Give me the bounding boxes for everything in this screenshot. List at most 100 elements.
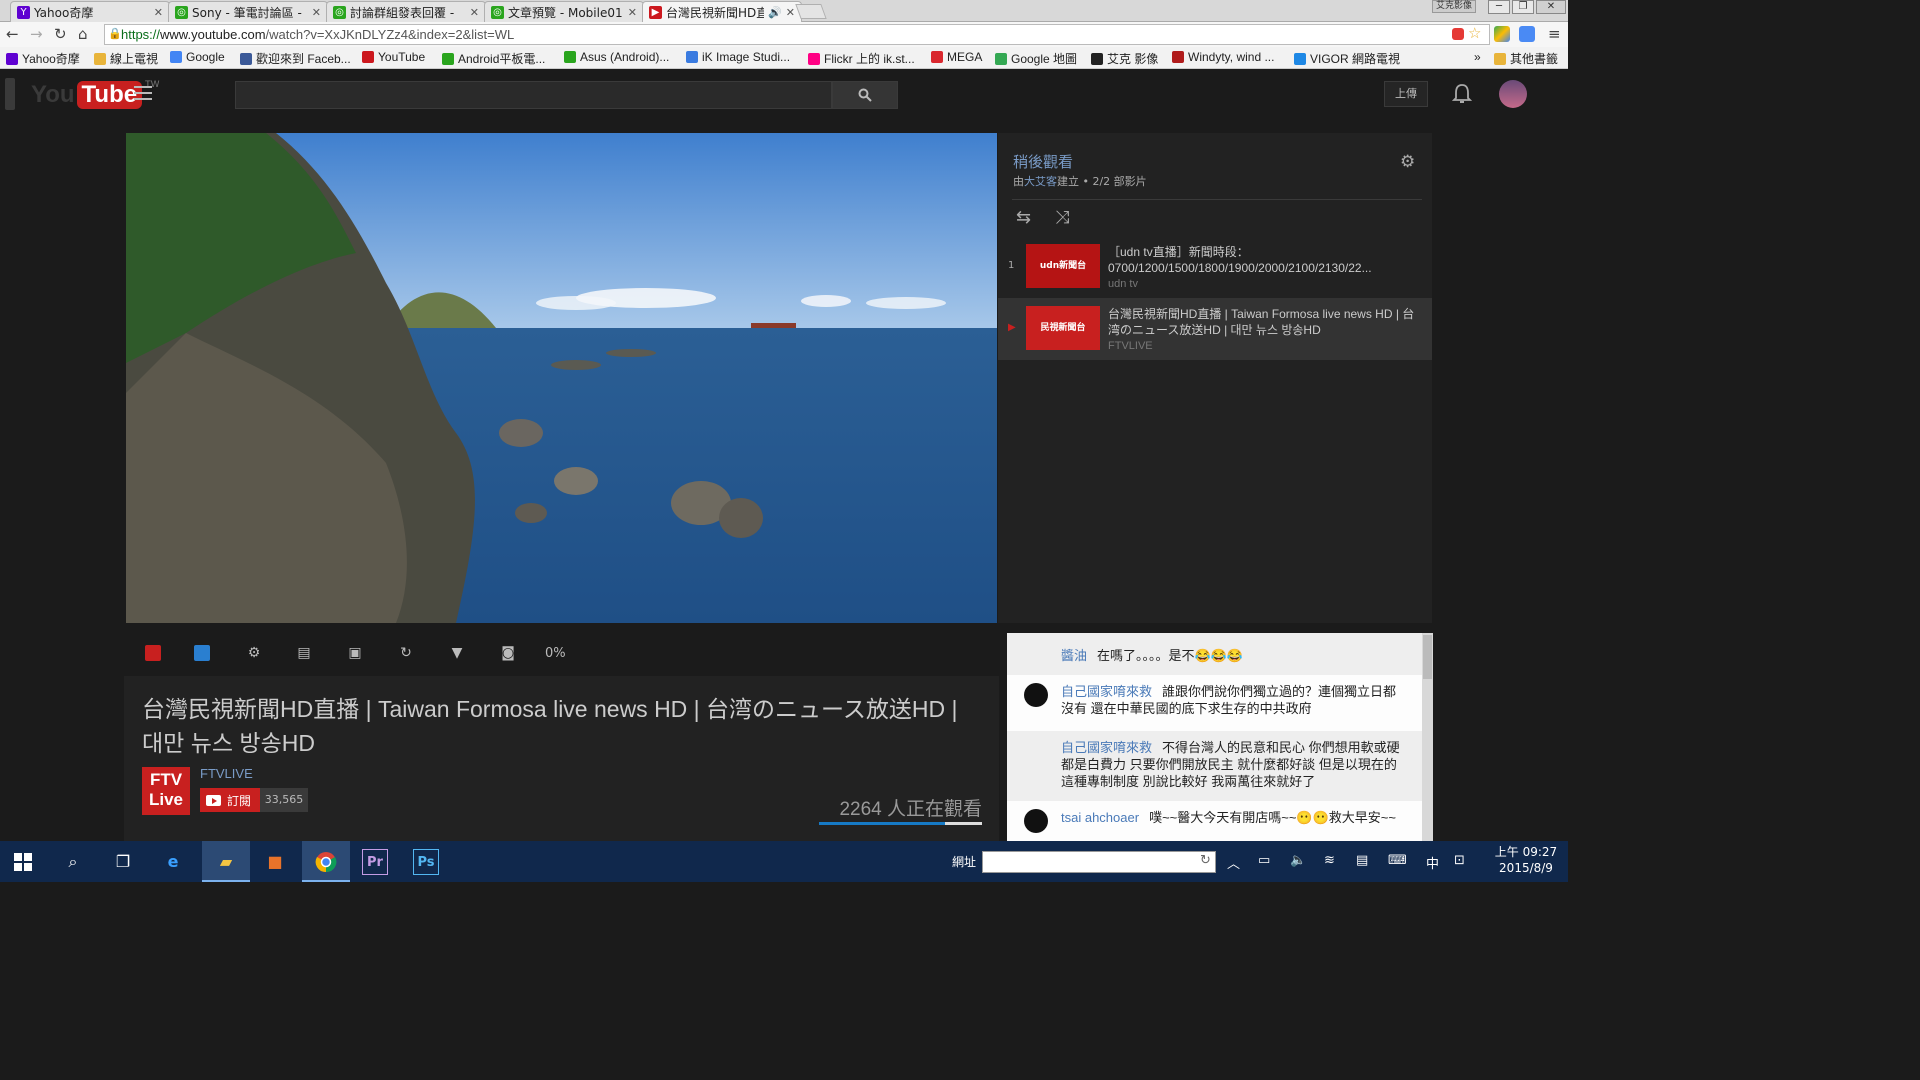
film-icon[interactable]: ▤ [296, 645, 312, 661]
paint-app-icon[interactable]: ■ [262, 849, 288, 875]
bookmark-item[interactable]: MEGA [931, 50, 982, 64]
drive-extension-icon[interactable] [1494, 26, 1510, 42]
bookmark-item[interactable]: 歡迎來到 Faceb... [240, 50, 351, 67]
camera-icon[interactable]: ◙ [500, 645, 516, 661]
chat-author-avatar[interactable] [1024, 683, 1048, 707]
popout-icon[interactable] [194, 645, 210, 661]
bookmark-item[interactable]: Windyty, wind ... [1172, 50, 1274, 64]
guide-menu-icon[interactable] [134, 86, 152, 100]
image-icon[interactable]: ▣ [347, 645, 363, 661]
speed-percent[interactable]: 0% [545, 646, 566, 661]
chat-scrollbar-thumb[interactable] [1423, 635, 1432, 679]
video-player[interactable] [126, 133, 997, 623]
taskbar-address-input[interactable] [982, 851, 1216, 873]
chat-message: 自己國家唷來救 誰跟你們說你們獨立過的？連個獨立日都沒有 還在中華民國的底下求生存… [1007, 675, 1423, 731]
chat-scrollbar[interactable] [1422, 633, 1433, 841]
chat-author[interactable]: tsai ahchoaer [1061, 810, 1139, 825]
system-clock[interactable]: 上午 09:27 2015/8/9 [1486, 844, 1566, 876]
subscribe-button[interactable]: 訂閱 [200, 788, 260, 812]
search-icon[interactable]: ⌕ [60, 849, 86, 875]
chat-author[interactable]: 自己國家唷來救 [1061, 740, 1152, 755]
sidebar-handle[interactable] [5, 78, 15, 110]
close-window-button[interactable]: ✕ [1536, 0, 1566, 14]
file-explorer-icon[interactable]: ▰ [202, 841, 250, 882]
browser-tab[interactable]: ◎ Sony - 筆電討論區 - ✕ [168, 1, 328, 22]
playlist-title[interactable]: 稍後觀看 [1013, 151, 1073, 172]
chat-author[interactable]: 醬油 [1061, 648, 1087, 663]
url-field[interactable]: 🔒 https://www.youtube.com/watch?v=XxJKnD… [104, 24, 1490, 45]
browser-tab[interactable]: ▶ 台灣民視新聞HD直 🔊 ✕ [642, 1, 802, 22]
ime-mode-icon[interactable]: ⊡ [1454, 853, 1465, 868]
youtube-extension-icon[interactable] [1452, 28, 1464, 40]
home-icon[interactable]: ⌂ [78, 25, 88, 43]
notifications-bell-icon[interactable] [1451, 83, 1473, 110]
close-tab-icon[interactable]: ✕ [312, 6, 321, 19]
account-avatar[interactable] [1499, 80, 1527, 108]
bookmark-item[interactable]: VIGOR 網路電視 [1294, 50, 1400, 67]
channel-logo[interactable]: FTV Live [142, 767, 190, 815]
profile-button[interactable]: 艾克影像 [1432, 0, 1476, 13]
menu-icon[interactable]: ≡ [1548, 25, 1561, 43]
volume-icon[interactable]: 🔈 [1290, 853, 1306, 868]
task-view-icon[interactable]: ❐ [110, 849, 136, 875]
minimize-button[interactable]: ─ [1488, 0, 1510, 14]
search-input[interactable] [235, 81, 832, 109]
playlist-settings-gear-icon[interactable]: ⚙ [1400, 152, 1415, 172]
bookmark-item[interactable]: YouTube [362, 50, 425, 64]
upload-button[interactable]: 上傳 [1384, 81, 1428, 107]
playlist-owner-link[interactable]: 大艾客 [1024, 175, 1057, 188]
flag-icon[interactable] [145, 645, 161, 661]
battery-icon[interactable]: ▭ [1258, 853, 1270, 868]
bookmark-star-icon[interactable]: ☆ [1468, 24, 1481, 42]
close-tab-icon[interactable]: ✕ [786, 6, 795, 19]
chrome-icon[interactable] [302, 841, 350, 882]
ime-indicator[interactable]: 中 [1426, 853, 1439, 872]
repeat-icon[interactable]: ↻ [398, 645, 414, 661]
show-hidden-icons-chevron-icon[interactable]: ︿ [1227, 853, 1240, 872]
chat-text: 在嗎了。。。。是不😂😂😂 [1097, 648, 1244, 663]
search-button[interactable] [832, 81, 898, 109]
bookmark-item[interactable]: Yahoo奇摩 [6, 50, 80, 67]
address-go-icon[interactable]: ↻ [1200, 853, 1211, 868]
gear-icon[interactable]: ⚙ [246, 645, 262, 661]
browser-tab[interactable]: ◎ 討論群組發表回覆 - ✕ [326, 1, 486, 22]
shuffle-icon[interactable]: ⤨ [1055, 207, 1069, 228]
browser-tab-strip: Y Yahoo奇摩 ✕ ◎ Sony - 筆電討論區 - ✕ ◎ 討論群組發表回覆 - ✕ ◎ 文章… [0, 0, 1568, 22]
playlist-item[interactable]: 1 udn新聞台 ［udn tv直播］新聞時段：0700/1200/1500/180… [998, 236, 1432, 298]
bookmark-item[interactable]: iK Image Studi... [686, 50, 790, 64]
photoshop-icon[interactable]: Ps [413, 849, 439, 875]
loop-icon[interactable]: ⇆ [1016, 207, 1031, 228]
reload-icon[interactable]: ↻ [54, 25, 67, 43]
close-tab-icon[interactable]: ✕ [470, 6, 479, 19]
browser-tab[interactable]: ◎ 文章預覽 - Mobile01 ✕ [484, 1, 644, 22]
filter-icon[interactable]: ▼ [449, 645, 465, 661]
keyboard-icon[interactable]: ⌨ [1388, 853, 1407, 868]
back-icon[interactable]: ← [6, 25, 19, 43]
close-tab-icon[interactable]: ✕ [628, 6, 637, 19]
bookmarks-overflow-button[interactable]: » [1474, 50, 1481, 64]
bookmark-item[interactable]: Android平板電... [442, 50, 545, 67]
bookmark-item[interactable]: Google [170, 50, 225, 64]
restore-button[interactable]: ❐ [1512, 0, 1534, 14]
close-tab-icon[interactable]: ✕ [154, 6, 163, 19]
edge-browser-icon[interactable]: e [160, 849, 186, 875]
other-bookmarks[interactable]: 其他書籤 [1494, 50, 1558, 67]
wifi-icon[interactable]: ≋ [1324, 853, 1335, 868]
translate-extension-icon[interactable] [1519, 26, 1535, 42]
bookmark-item[interactable]: Google 地圖 [995, 50, 1077, 67]
bookmark-item[interactable]: Flickr 上的 ik.st... [808, 50, 915, 67]
start-windows-icon[interactable] [10, 849, 36, 875]
playlist-item[interactable]: ▶ 民視新聞台 台灣民視新聞HD直播 | Taiwan Formosa live n… [998, 298, 1432, 360]
chat-author[interactable]: 自己國家唷來救 [1061, 684, 1152, 699]
forward-icon[interactable]: → [30, 25, 43, 43]
bookmark-item[interactable]: Asus (Android)... [564, 50, 669, 64]
premiere-pro-icon[interactable]: Pr [362, 849, 388, 875]
action-center-icon[interactable]: ▤ [1356, 853, 1368, 868]
channel-name-link[interactable]: FTVLIVE [200, 766, 253, 781]
bookmark-favicon-icon [362, 51, 374, 63]
bookmark-item[interactable]: 艾克 影像 [1091, 50, 1158, 67]
bookmark-item[interactable]: 線上電視 [94, 50, 158, 67]
chat-author-avatar[interactable] [1024, 809, 1048, 833]
new-tab-button[interactable] [795, 4, 827, 19]
browser-tab[interactable]: Y Yahoo奇摩 ✕ [10, 1, 170, 22]
